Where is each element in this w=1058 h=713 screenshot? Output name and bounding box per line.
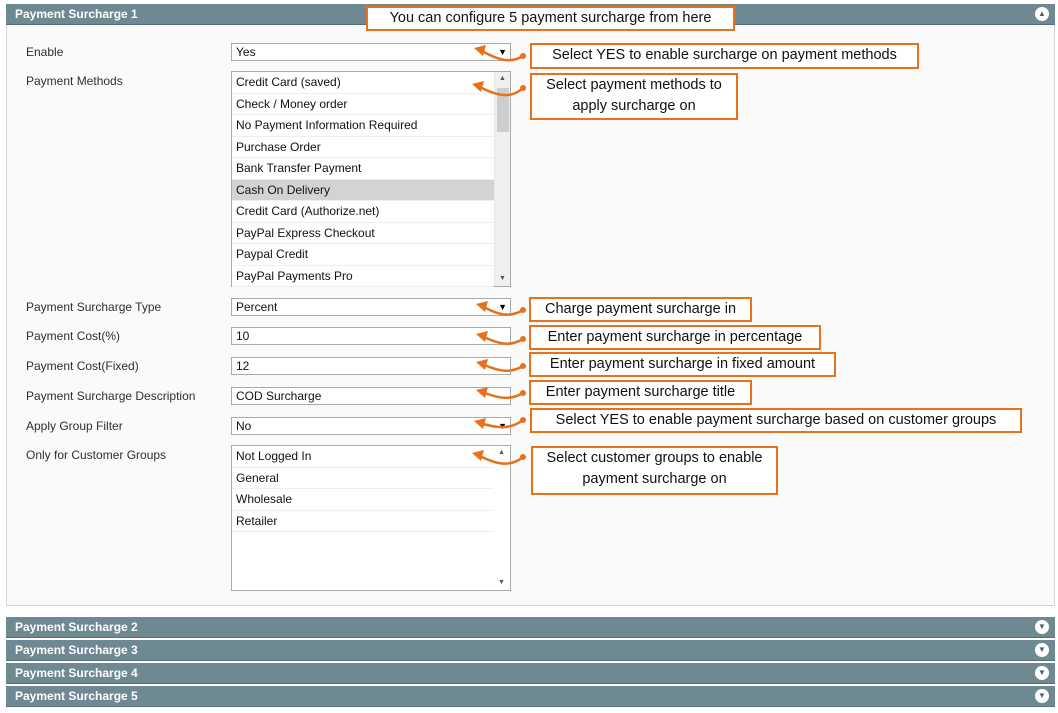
cost-percent-input[interactable]: 10 — [231, 327, 511, 345]
annotation-enable: Select YES to enable surcharge on paymen… — [530, 43, 919, 69]
group-filter-label: Apply Group Filter — [26, 419, 123, 433]
payment-method-option[interactable]: Bank Transfer Payment — [232, 158, 494, 180]
scroll-down-icon[interactable]: ▼ — [495, 272, 510, 286]
customer-group-option[interactable]: General — [232, 468, 494, 489]
section-title: Payment Surcharge 1 — [15, 7, 138, 21]
payment-method-option[interactable]: PayPal Payments Pro — [232, 266, 494, 287]
payment-method-option[interactable]: PayPal Express Checkout — [232, 223, 494, 244]
payment-method-option[interactable]: Check / Money order — [232, 94, 494, 115]
annotation-header: You can configure 5 payment surcharge fr… — [366, 6, 735, 31]
annotation-type: Charge payment surcharge in — [529, 297, 752, 322]
annotation-groups: Select customer groups to enable payment… — [531, 446, 778, 495]
cost-fixed-value: 12 — [236, 359, 250, 373]
surcharge-type-label: Payment Surcharge Type — [26, 300, 162, 314]
payment-method-option[interactable]: Purchase Order — [232, 137, 494, 158]
section-header-5[interactable]: Payment Surcharge 5 ▼ — [6, 686, 1055, 707]
group-filter-select[interactable]: No ▼ — [231, 417, 511, 435]
section-header-4[interactable]: Payment Surcharge 4 ▼ — [6, 663, 1055, 684]
section-title: Payment Surcharge 5 — [15, 689, 138, 703]
enable-label: Enable — [26, 45, 64, 59]
group-filter-value: No — [236, 419, 252, 433]
annotation-methods-line2: apply surcharge on — [572, 98, 696, 114]
scrollbar-thumb[interactable] — [497, 88, 509, 132]
scrollbar[interactable]: ▲ ▼ — [494, 72, 510, 286]
payment-method-option[interactable]: Credit Card (saved) — [232, 72, 494, 94]
payment-method-option-selected[interactable]: Cash On Delivery — [232, 179, 494, 201]
dropdown-arrow-icon: ▼ — [498, 421, 507, 431]
description-value: COD Surcharge — [236, 389, 322, 403]
customer-groups-label: Only for Customer Groups — [26, 448, 167, 462]
section-title: Payment Surcharge 3 — [15, 643, 138, 657]
enable-select[interactable]: Yes ▼ — [231, 43, 511, 61]
customer-group-option[interactable]: Retailer — [232, 511, 494, 532]
scrollbar[interactable]: ▲ ▼ — [494, 446, 510, 590]
cost-fixed-label: Payment Cost(Fixed) — [26, 359, 139, 373]
payment-methods-label: Payment Methods — [26, 74, 123, 88]
description-input[interactable]: COD Surcharge — [231, 387, 511, 405]
enable-value: Yes — [236, 45, 256, 59]
annotation-groups-line2: payment surcharge on — [582, 471, 727, 487]
chevron-down-icon[interactable]: ▼ — [1035, 666, 1049, 680]
customer-group-option[interactable]: Wholesale — [232, 489, 494, 511]
payment-method-option[interactable]: No Payment Information Required — [232, 115, 494, 137]
cost-fixed-input[interactable]: 12 — [231, 357, 511, 375]
annotation-methods: Select payment methods to apply surcharg… — [530, 73, 738, 120]
scroll-up-icon[interactable]: ▲ — [495, 72, 510, 86]
cost-percent-label: Payment Cost(%) — [26, 329, 121, 343]
annotation-percent: Enter payment surcharge in percentage — [529, 325, 821, 350]
section-header-3[interactable]: Payment Surcharge 3 ▼ — [6, 640, 1055, 661]
scroll-down-icon[interactable]: ▼ — [494, 576, 509, 590]
surcharge-type-select[interactable]: Percent ▼ — [231, 298, 511, 316]
customer-groups-multiselect[interactable]: Not Logged In General Wholesale Retailer… — [231, 445, 511, 591]
dropdown-arrow-icon: ▼ — [498, 302, 507, 312]
scroll-up-icon[interactable]: ▲ — [494, 446, 509, 460]
customer-group-option[interactable]: Not Logged In — [232, 446, 494, 468]
annotation-group-filter: Select YES to enable payment surcharge b… — [530, 408, 1022, 433]
cost-percent-value: 10 — [236, 329, 250, 343]
dropdown-arrow-icon: ▼ — [498, 47, 507, 57]
chevron-down-icon[interactable]: ▼ — [1035, 620, 1049, 634]
payment-method-option[interactable]: Credit Card (Authorize.net) — [232, 201, 494, 223]
section-header-2[interactable]: Payment Surcharge 2 ▼ — [6, 617, 1055, 638]
annotation-groups-line1: Select customer groups to enable — [546, 450, 763, 466]
chevron-up-icon[interactable]: ▲ — [1035, 7, 1049, 21]
section-title: Payment Surcharge 2 — [15, 620, 138, 634]
payment-method-option[interactable]: Paypal Credit — [232, 244, 494, 266]
payment-methods-multiselect[interactable]: Credit Card (saved) Check / Money order … — [231, 71, 511, 287]
annotation-methods-line1: Select payment methods to — [546, 77, 722, 93]
description-label: Payment Surcharge Description — [26, 389, 196, 403]
section-title: Payment Surcharge 4 — [15, 666, 138, 680]
surcharge-type-value: Percent — [236, 300, 278, 314]
annotation-title: Enter payment surcharge title — [529, 380, 752, 405]
chevron-down-icon[interactable]: ▼ — [1035, 689, 1049, 703]
chevron-down-icon[interactable]: ▼ — [1035, 643, 1049, 657]
annotation-fixed: Enter payment surcharge in fixed amount — [529, 352, 836, 377]
